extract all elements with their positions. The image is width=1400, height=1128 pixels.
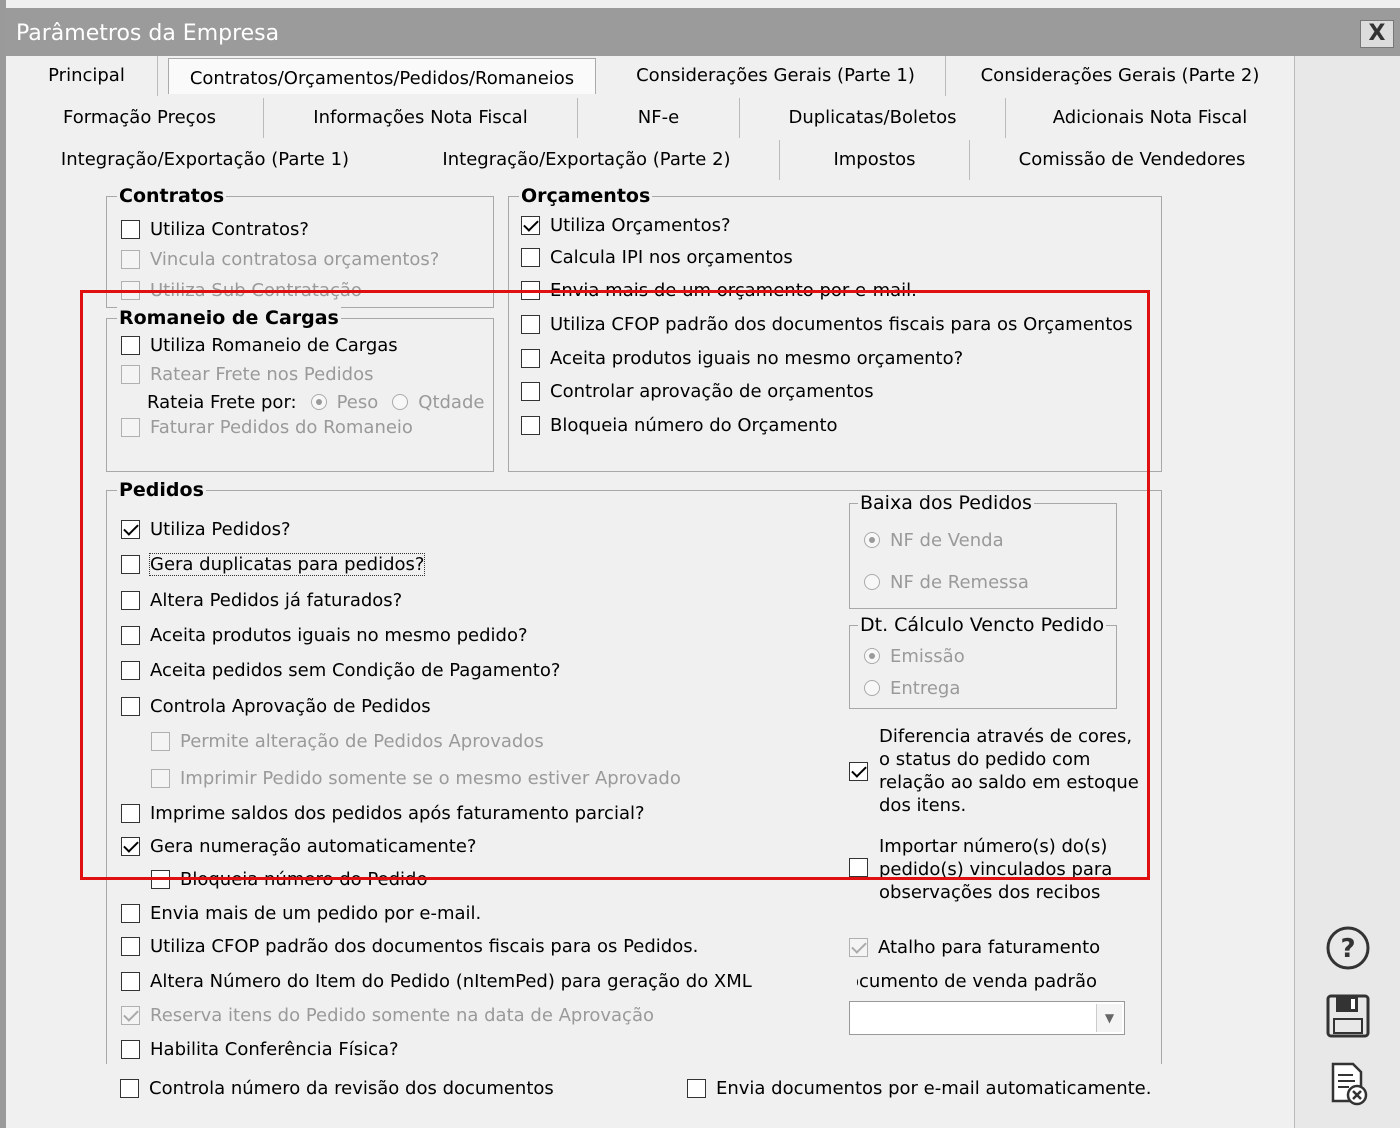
tab-impostos[interactable]: Impostos	[780, 140, 970, 180]
chevron-down-icon[interactable]: ▼	[1096, 1004, 1122, 1032]
tab-strip: Principal Contratos/Orçamentos/Pedidos/R…	[16, 56, 1294, 184]
window-titlebar: Parâmetros da Empresa	[6, 8, 1400, 56]
altera-numero-item-checkbox[interactable]: Altera Número do Item do Pedido (nItemPe…	[121, 969, 752, 993]
tab-consideracoes-1[interactable]: Considerações Gerais (Parte 1)	[606, 56, 946, 96]
tab-integracao-2[interactable]: Integração/Exportação (Parte 2)	[394, 140, 780, 180]
help-icon: ?	[1326, 926, 1370, 970]
tab-contratos-orcamentos[interactable]: Contratos/Orçamentos/Pedidos/Romaneios	[168, 58, 596, 94]
parametros-window: Parâmetros da Empresa X Principal Contra…	[0, 0, 1400, 1128]
tab-duplicatas-boletos[interactable]: Duplicatas/Boletos	[740, 98, 1006, 138]
cancel-document-icon	[1331, 1062, 1368, 1106]
tab-integracao-1[interactable]: Integração/Exportação (Parte 1)	[16, 140, 394, 180]
envia-documentos-email-checkbox[interactable]: Envia documentos por e-mail automaticame…	[687, 1076, 1151, 1100]
documento-venda-label: Documento de venda padrão	[857, 971, 1097, 992]
save-icon	[1326, 994, 1370, 1038]
tab-consideracoes-2[interactable]: Considerações Gerais (Parte 2)	[946, 56, 1294, 96]
calcula-ipi-checkbox[interactable]: Calcula IPI nos orçamentos	[521, 245, 793, 269]
contratos-title: Contratos	[117, 185, 227, 207]
utiliza-contratos-checkbox[interactable]: Utiliza Contratos?	[121, 217, 309, 241]
utiliza-orcamentos-checkbox[interactable]: Utiliza Orçamentos?	[521, 213, 731, 237]
tab-formacao-precos[interactable]: Formação Preços	[16, 98, 264, 138]
habilita-conferencia-checkbox[interactable]: Habilita Conferência Física?	[121, 1037, 399, 1061]
tab-principal[interactable]: Principal	[16, 56, 158, 96]
controla-revisao-checkbox[interactable]: Controla número da revisão dos documento…	[120, 1076, 554, 1100]
orcamentos-title: Orçamentos	[519, 185, 653, 207]
highlight-box	[80, 290, 1150, 880]
reserva-itens-checkbox[interactable]: Reserva itens do Pedido somente na data …	[121, 1003, 654, 1027]
tab-comissao-vendedores[interactable]: Comissão de Vendedores	[970, 140, 1294, 180]
svg-text:?: ?	[1340, 934, 1355, 964]
window-title: Parâmetros da Empresa	[16, 21, 280, 46]
vincula-contratos-checkbox[interactable]: Vincula contratosa orçamentos?	[121, 247, 439, 271]
tab-nfe[interactable]: NF-e	[578, 98, 740, 138]
tab-informacoes-nf[interactable]: Informações Nota Fiscal	[264, 98, 578, 138]
help-button[interactable]: ?	[1320, 920, 1376, 976]
save-button[interactable]	[1320, 988, 1376, 1044]
close-button[interactable]: X	[1360, 20, 1394, 48]
tab-adicionais-nf[interactable]: Adicionais Nota Fiscal	[1006, 98, 1294, 138]
cancel-button[interactable]	[1320, 1056, 1376, 1112]
atalho-faturamento-checkbox[interactable]: Atalho para faturamento	[849, 935, 1100, 959]
documento-venda-select[interactable]: ▼	[849, 1001, 1125, 1035]
cfop-pedidos-checkbox[interactable]: Utiliza CFOP padrão dos documentos fisca…	[121, 934, 698, 958]
envia-pedido-email-checkbox[interactable]: Envia mais de um pedido por e-mail.	[121, 901, 481, 925]
